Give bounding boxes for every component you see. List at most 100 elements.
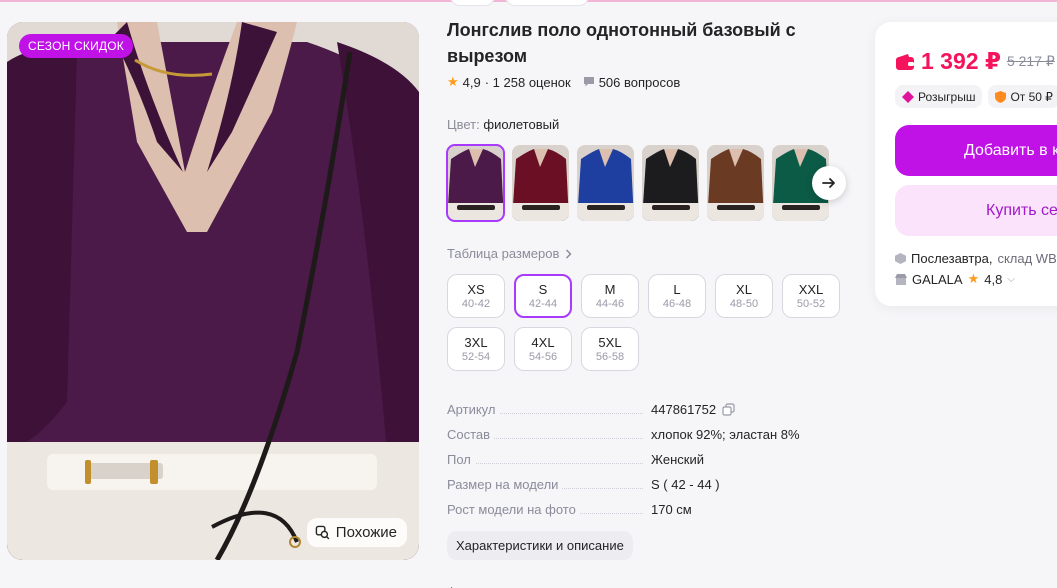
- spec-value: 170 см: [651, 502, 692, 517]
- box-icon: [895, 253, 906, 264]
- questions-count[interactable]: 506 вопросов: [599, 75, 681, 90]
- rating-value: 4,9: [462, 74, 481, 90]
- size-option[interactable]: 4XL 54-56: [514, 327, 572, 371]
- seller-name[interactable]: GALALA: [912, 272, 963, 287]
- size-option[interactable]: M 44-46: [581, 274, 639, 318]
- back-arrow-icon[interactable]: ←: [447, 578, 461, 588]
- delivery-where: склад WB: [997, 251, 1057, 266]
- current-price: 1 392 ₽: [921, 48, 1001, 74]
- spec-value-cell: S ( 42 - 44 ): [651, 477, 720, 492]
- spec-row: Рост модели на фото 170 см: [447, 497, 847, 522]
- copy-icon[interactable]: [722, 403, 735, 416]
- similar-search-icon: [315, 525, 330, 540]
- size-name: 4XL: [531, 334, 555, 350]
- arrow-right-icon: [822, 178, 835, 188]
- color-label: Цвет: фиолетовый: [447, 117, 559, 132]
- size-range: 40-42: [461, 297, 491, 310]
- raffle-chip[interactable]: Розыгрыш: [895, 85, 983, 108]
- color-label-text: Цвет:: [447, 117, 480, 132]
- similar-label: Похожие: [335, 524, 397, 541]
- size-name: XS: [467, 281, 485, 297]
- chevron-right-icon: [566, 248, 572, 259]
- size-option[interactable]: XL 48-50: [715, 274, 773, 318]
- size-option[interactable]: XS 40-42: [447, 274, 505, 318]
- wallet-icon: [896, 53, 914, 70]
- spec-row: Артикул 447861752: [447, 397, 847, 422]
- color-thumb-purple[interactable]: [446, 144, 505, 222]
- color-thumb-image: [447, 145, 504, 221]
- seller-rating: 4,8: [984, 271, 1003, 287]
- buy-now-button[interactable]: Купить сейчас: [895, 185, 1057, 236]
- size-name: 5XL: [598, 334, 622, 350]
- color-thumb-brown[interactable]: [707, 145, 764, 221]
- spec-key: Размер на модели: [447, 477, 563, 492]
- add-to-cart-button[interactable]: Добавить в корзину: [895, 125, 1057, 176]
- size-range: 42-44: [528, 297, 558, 310]
- promo-chips: Розыгрыш От 50 ₽: [895, 85, 1057, 108]
- similar-button[interactable]: Похожие: [306, 518, 407, 547]
- size-name: L: [673, 281, 681, 297]
- thumbnails-next-button[interactable]: [812, 166, 846, 200]
- store-icon: [895, 273, 907, 285]
- size-name: XXL: [798, 281, 824, 297]
- spec-value: 447861752: [651, 402, 717, 417]
- size-options: XS 40-42 S 42-44 M 44-46 L 46-48 XL 48-50 XXL 50-52…: [447, 274, 847, 371]
- characteristics-button[interactable]: Характеристики и описание: [447, 531, 633, 560]
- size-range: 44-46: [595, 297, 625, 310]
- spec-key: Пол: [447, 452, 475, 467]
- breadcrumb-stub[interactable]: [450, 0, 495, 6]
- star-icon: ★: [967, 271, 980, 286]
- spec-key-cell: Пол: [447, 452, 651, 467]
- spec-value-cell: хлопок 92%; эластан 8%: [651, 427, 800, 442]
- size-name: 3XL: [464, 334, 488, 350]
- spec-value: хлопок 92%; эластан 8%: [651, 427, 800, 442]
- spec-value-cell: 170 см: [651, 502, 692, 517]
- specs-table: Артикул 447861752 Состав хлопок 92%; эласта…: [447, 397, 847, 522]
- breadcrumb-stub[interactable]: [505, 0, 589, 6]
- color-thumb-blue[interactable]: [577, 145, 634, 221]
- spec-value-cell: Женский: [651, 452, 704, 467]
- color-thumb-image: [642, 145, 699, 221]
- size-option[interactable]: 5XL 56-58: [581, 327, 639, 371]
- delivery-info: Послезавтра, склад WB: [895, 251, 1057, 266]
- spec-row: Пол Женский: [447, 447, 847, 472]
- buy-panel: 1 392 ₽ 5 217 ₽ Розыгрыш От 50 ₽ Добавит…: [875, 22, 1057, 306]
- old-price: 5 217 ₽: [1006, 53, 1055, 69]
- size-range: 52-54: [461, 350, 491, 363]
- size-option[interactable]: XXL 50-52: [782, 274, 840, 318]
- size-range: 46-48: [662, 297, 692, 310]
- size-range: 50-52: [796, 297, 826, 310]
- size-range: 48-50: [729, 297, 759, 310]
- size-name: S: [538, 281, 548, 297]
- spec-key: Рост модели на фото: [447, 502, 580, 517]
- color-thumbnails: [446, 144, 829, 222]
- from-price-chip[interactable]: От 50 ₽: [988, 85, 1057, 108]
- spec-key-cell: Размер на модели: [447, 477, 651, 492]
- color-thumb-image: [512, 145, 569, 221]
- spec-value: S ( 42 - 44 ): [651, 477, 720, 492]
- spec-key-cell: Артикул: [447, 402, 651, 417]
- size-name: XL: [736, 281, 752, 297]
- size-option[interactable]: 3XL 52-54: [447, 327, 505, 371]
- raffle-label: Розыгрыш: [918, 89, 976, 104]
- size-option[interactable]: S 42-44: [514, 274, 572, 318]
- price-row: 1 392 ₽ 5 217 ₽: [895, 48, 1055, 75]
- size-table-link[interactable]: Таблица размеров: [447, 246, 572, 261]
- color-thumb-black[interactable]: [642, 145, 699, 221]
- spec-value-cell: 447861752: [651, 402, 735, 417]
- color-thumb-image: [577, 145, 634, 221]
- product-title: Лонгслив поло однотонный базовый с вырез…: [447, 20, 796, 66]
- seller-info[interactable]: GALALA ★ 4,8 ⌵: [895, 271, 1015, 287]
- delivery-when: Послезавтра,: [911, 251, 993, 266]
- size-option[interactable]: L 46-48: [648, 274, 706, 318]
- product-main-photo[interactable]: СЕЗОН СКИДОК Похожие: [7, 22, 419, 560]
- color-value: фиолетовый: [483, 117, 560, 132]
- spec-value: Женский: [651, 452, 704, 467]
- rating-row[interactable]: ★ 4,9 · 1 258 оценок 506 вопросов: [447, 74, 680, 90]
- size-table-label: Таблица размеров: [447, 246, 560, 261]
- shield-icon: [995, 90, 1007, 103]
- color-thumb-burgundy[interactable]: [512, 145, 569, 221]
- chevron-down-icon[interactable]: ⌵: [1007, 274, 1015, 285]
- reviews-count[interactable]: · 1 258 оценок: [485, 75, 571, 90]
- color-thumb-image: [707, 145, 764, 221]
